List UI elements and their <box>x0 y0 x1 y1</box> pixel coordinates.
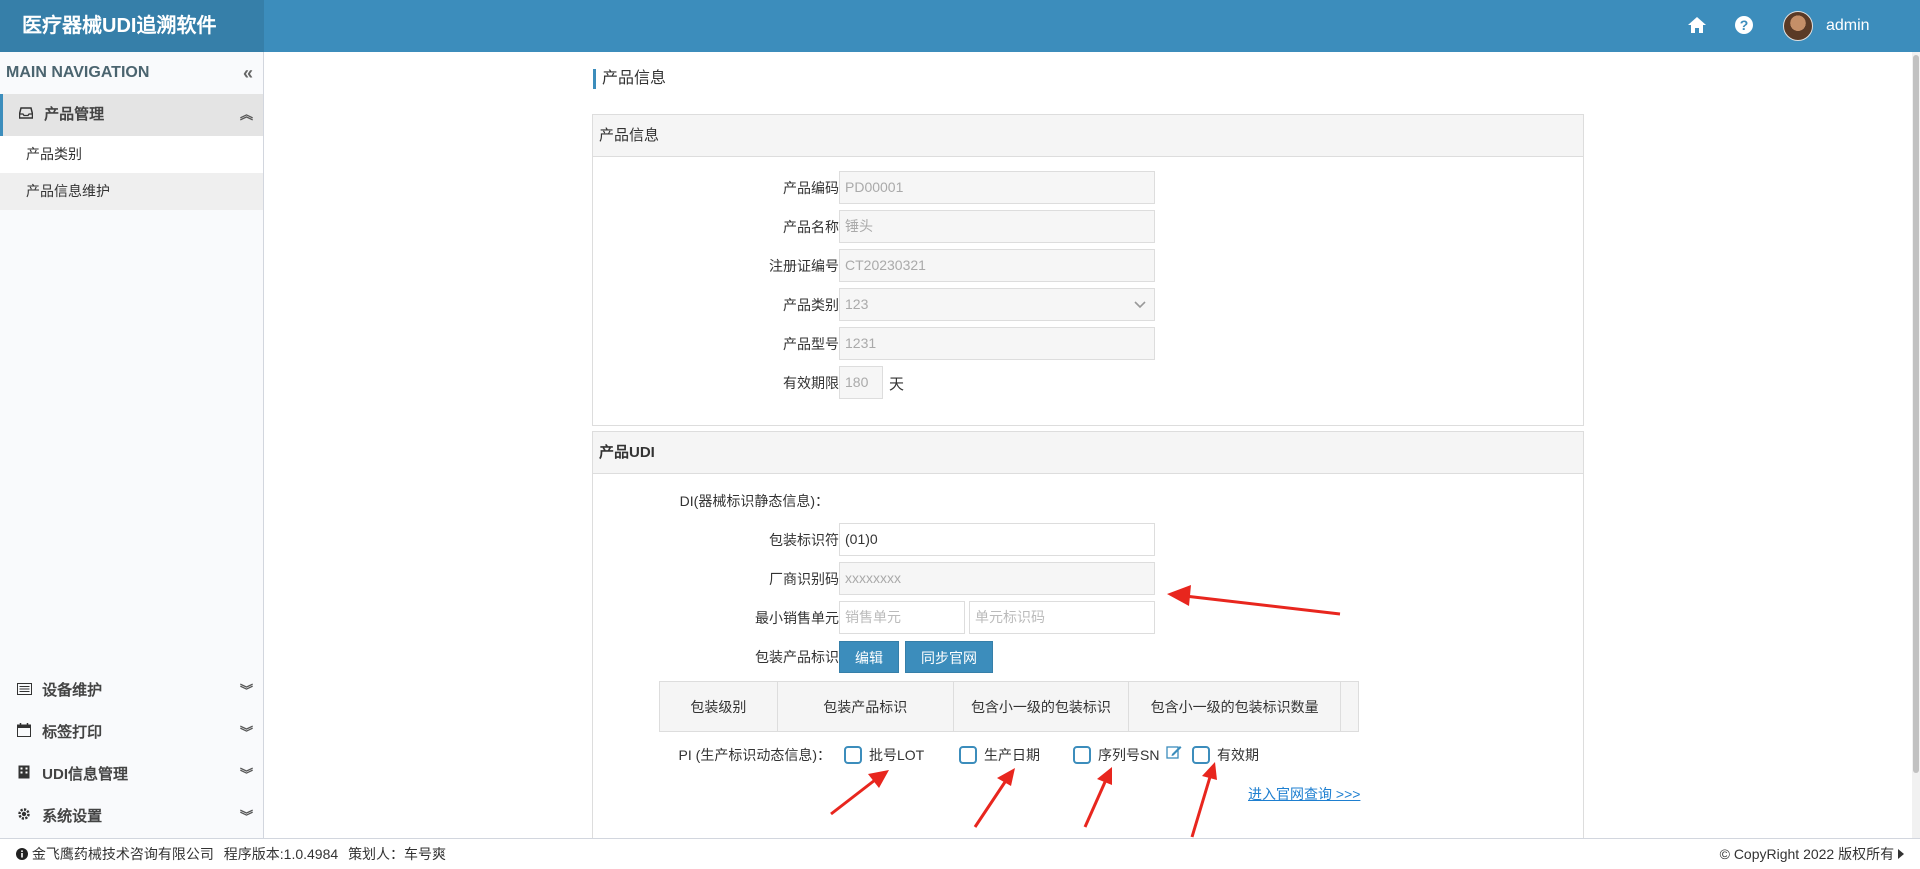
arrow-lot-head <box>868 770 889 788</box>
sidebar-item-label: 系统设置 <box>42 808 103 825</box>
sidebar-item-label: UDI信息管理 <box>42 766 129 783</box>
inbox-icon <box>18 94 34 136</box>
main-content: 产品信息 产品信息 产品编码： PD00001 产品名称： 锤头 注册证编号： … <box>265 52 1920 838</box>
chevron-down-icon: ︾ <box>239 809 253 824</box>
program-version: 程序版本:1.0.4984 <box>223 846 339 862</box>
collapse-sidebar-icon[interactable]: « <box>243 52 253 94</box>
arrow-vendor-code <box>1184 594 1341 616</box>
caret-right-icon[interactable] <box>1898 846 1904 862</box>
sidebar-subitem-product-category[interactable]: 产品类别 <box>0 136 263 173</box>
planner: 策划人：车号爽 <box>348 846 447 862</box>
copyright: © CopyRight 2022 版权所有 <box>1719 846 1895 862</box>
avatar[interactable] <box>1783 11 1813 41</box>
username[interactable]: admin <box>1826 17 1870 35</box>
chevron-down-icon: ︾ <box>239 725 253 740</box>
sidebar-item-system-settings[interactable]: 系统设置 ︾ <box>0 796 263 838</box>
top-header: 医疗器械UDI追溯软件 ? admin <box>0 0 1920 52</box>
arrow-expiry-date-head <box>1202 762 1217 780</box>
arrow-lot <box>830 778 876 816</box>
footer: 金飞鹰药械技术咨询有限公司 程序版本:1.0.4984 策划人：车号爽 © Co… <box>0 838 1920 869</box>
building-icon <box>16 754 32 796</box>
app-title[interactable]: 医疗器械UDI追溯软件 <box>0 0 264 52</box>
arrow-production-date-head <box>997 768 1015 786</box>
list-icon <box>16 670 32 712</box>
footer-right: © CopyRight 2022 版权所有 <box>1720 839 1904 869</box>
gear-icon <box>16 796 32 838</box>
sidebar-subitem-product-info[interactable]: 产品信息维护 <box>0 173 263 210</box>
arrow-expiry-date <box>1190 776 1212 838</box>
help-icon[interactable]: ? <box>1733 14 1755 36</box>
sidebar-item-label: 产品管理 <box>44 106 105 123</box>
arrow-vendor-code-head <box>1167 585 1191 606</box>
arrow-production-date <box>973 781 1007 828</box>
sidebar-item-udi-management[interactable]: UDI信息管理 ︾ <box>0 754 263 796</box>
home-icon[interactable] <box>1686 14 1708 36</box>
chevron-down-icon: ︾ <box>239 683 253 698</box>
calendar-icon <box>16 712 32 754</box>
sidebar-item-label-print[interactable]: 标签打印 ︾ <box>0 712 263 754</box>
company-name: 金飞鹰药械技术咨询有限公司 <box>31 846 214 862</box>
sidebar: MAIN NAVIGATION « 产品管理 ︽ 产品类别 产品信息维护 设备维… <box>0 52 264 838</box>
nav-title: MAIN NAVIGATION <box>6 64 150 81</box>
nav-header: MAIN NAVIGATION « <box>0 52 263 94</box>
svg-text:?: ? <box>1740 17 1749 33</box>
sidebar-item-device-maintenance[interactable]: 设备维护 ︾ <box>0 670 263 712</box>
info-icon <box>16 846 32 862</box>
scrollbar-thumb[interactable] <box>1913 55 1919 773</box>
chevron-down-icon: ︾ <box>239 767 253 782</box>
footer-left: 金飞鹰药械技术咨询有限公司 程序版本:1.0.4984 策划人：车号爽 <box>16 839 446 869</box>
annotation-arrows <box>830 585 1341 838</box>
arrow-serial-number <box>1083 781 1107 828</box>
sidebar-item-label: 标签打印 <box>42 724 103 741</box>
sidebar-bottom-menu: 设备维护 ︾ 标签打印 ︾ UDI信息管理 ︾ 系统设置 ︾ <box>0 670 263 838</box>
sidebar-item-label: 设备维护 <box>42 682 103 699</box>
sidebar-item-product-management[interactable]: 产品管理 ︽ <box>0 94 263 136</box>
chevron-up-icon: ︽ <box>239 107 253 122</box>
